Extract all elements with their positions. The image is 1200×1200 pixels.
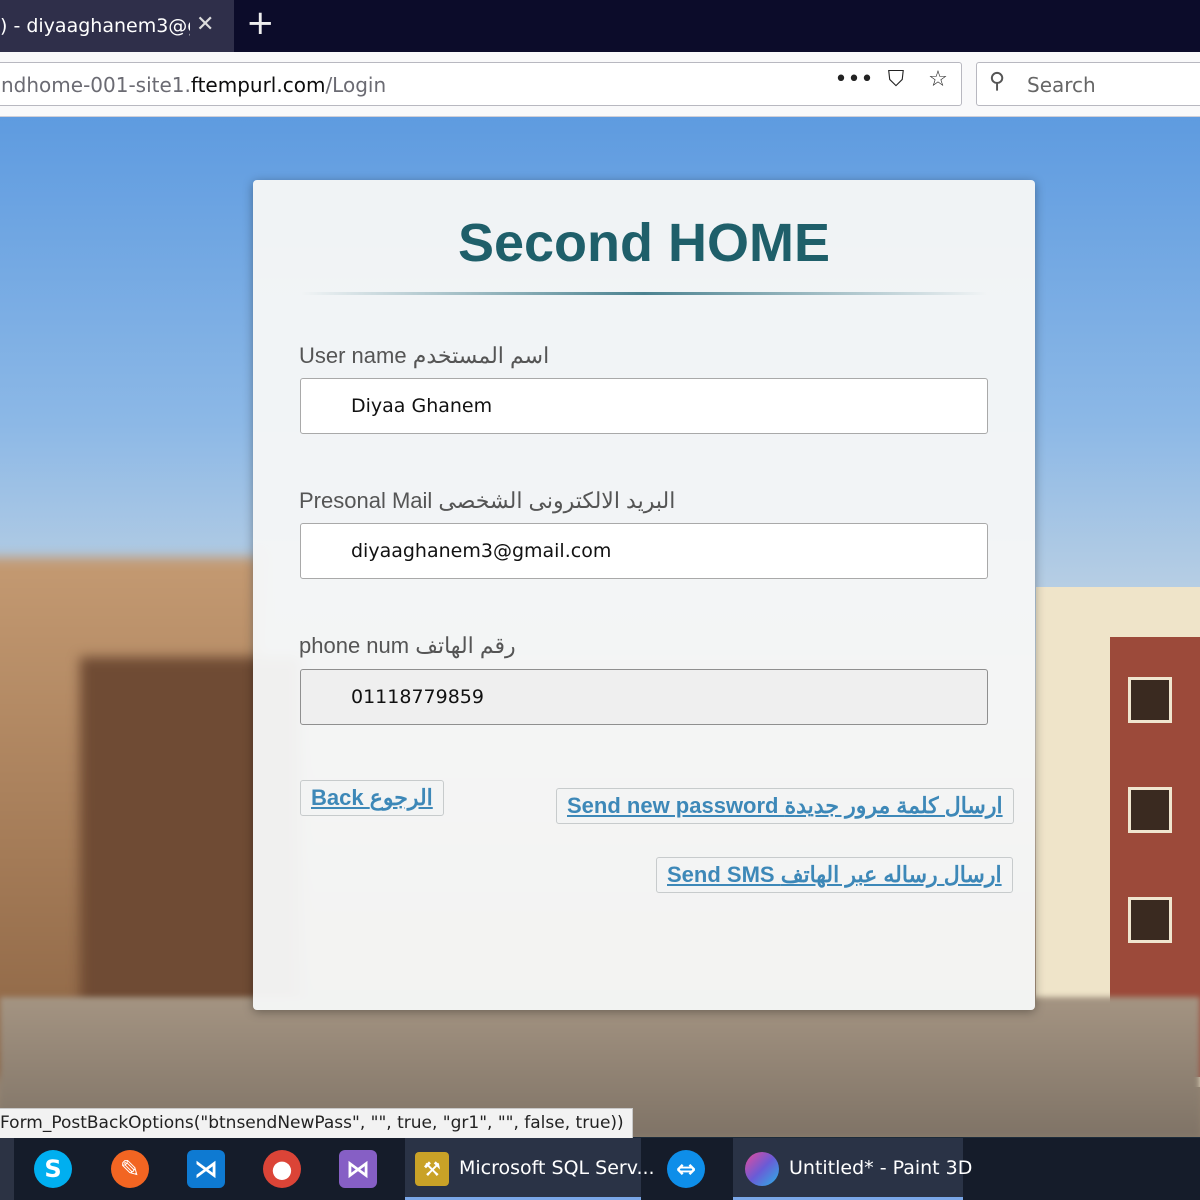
browser-tab[interactable]: ) - diyaaghanem3@gm ✕ — [0, 0, 234, 52]
building-window — [1128, 787, 1172, 833]
title-divider — [301, 292, 987, 295]
new-tab-button[interactable]: + — [246, 6, 275, 40]
taskbar-paint3d[interactable]: Untitled* - Paint 3D — [733, 1138, 972, 1200]
page-actions: ••• ⛉ ☆ — [833, 67, 959, 92]
url-path: /Login — [325, 73, 387, 97]
send-sms-button[interactable]: Send SMS ارسال رساله عبر الهاتف — [656, 857, 1013, 893]
username-field[interactable]: Diyaa Ghanem — [300, 378, 988, 434]
address-bar[interactable]: ndhome-001-site1.ftempurl.com/Login ••• ⛉… — [0, 62, 962, 106]
building-window — [1128, 677, 1172, 723]
phone-label: phone num رقم الهاتف — [299, 633, 516, 658]
email-value: diyaaghanem3@gmail.com — [351, 540, 612, 562]
tab-close-icon[interactable]: ✕ — [196, 12, 214, 37]
send-new-password-button[interactable]: Send new password ارسال كلمة مرور جديدة — [556, 788, 1014, 824]
taskbar-left-edge — [0, 1138, 14, 1200]
browser-nav-bar: ndhome-001-site1.ftempurl.com/Login ••• ⛉… — [0, 52, 1200, 117]
more-actions-icon[interactable]: ••• — [833, 67, 875, 92]
teamviewer-icon[interactable]: ⇔ — [667, 1150, 705, 1188]
phone-value: 01118779859 — [351, 686, 484, 708]
page-background: Second HOME User name اسم المستخدم Diyaa… — [0, 117, 1200, 1137]
phone-field[interactable]: 01118779859 — [300, 669, 988, 725]
url-text: ndhome-001-site1.ftempurl.com/Login — [1, 73, 386, 97]
taskbar-paint-label: Untitled* - Paint 3D — [789, 1157, 973, 1179]
visual-studio-icon[interactable]: ⋈ — [339, 1150, 377, 1188]
mail-label: Presonal Mail البريد الالكترونى الشخصى — [299, 488, 676, 513]
username-label: User name اسم المستخدم — [299, 343, 550, 368]
email-field[interactable]: diyaaghanem3@gmail.com — [300, 523, 988, 579]
status-bar: Form_PostBackOptions("btnsendNewPass", "… — [0, 1108, 633, 1140]
back-button[interactable]: Back الرجوع — [300, 780, 444, 816]
skype-icon[interactable]: S — [34, 1150, 72, 1188]
taskbar-sql-label: Microsoft SQL Serv... — [459, 1157, 655, 1179]
sql-server-icon: ⚒ — [415, 1151, 449, 1186]
username-value: Diyaa Ghanem — [351, 395, 493, 417]
pocket-icon[interactable]: ⛉ — [875, 67, 917, 92]
search-icon: ⚲ — [989, 69, 1006, 94]
building-window — [1128, 897, 1172, 943]
url-domain: ftempurl.com — [190, 73, 326, 97]
vscode-icon[interactable]: ⋊ — [187, 1150, 225, 1188]
login-card: Second HOME User name اسم المستخدم Diyaa… — [253, 180, 1035, 1010]
search-placeholder: Search — [1027, 73, 1096, 97]
windows-taskbar: S ✎ ⋊ ● ⋈ ⚒ Microsoft SQL Serv... ⇔ Untit… — [0, 1138, 1200, 1200]
paint3d-icon — [745, 1151, 779, 1186]
taskbar-sql-server[interactable]: ⚒ Microsoft SQL Serv... — [405, 1138, 655, 1200]
browser-tab-bar: ) - diyaaghanem3@gm ✕ + — [0, 0, 1200, 52]
url-prefix: ndhome-001-site1. — [1, 73, 191, 97]
bookmark-star-icon[interactable]: ☆ — [917, 67, 959, 92]
page-title: Second HOME — [457, 213, 831, 273]
chrome-icon[interactable]: ● — [263, 1150, 301, 1188]
search-input[interactable]: ⚲ Search — [976, 62, 1200, 106]
quill-icon[interactable]: ✎ — [111, 1150, 149, 1188]
tab-title: ) - diyaaghanem3@gm — [0, 15, 190, 37]
